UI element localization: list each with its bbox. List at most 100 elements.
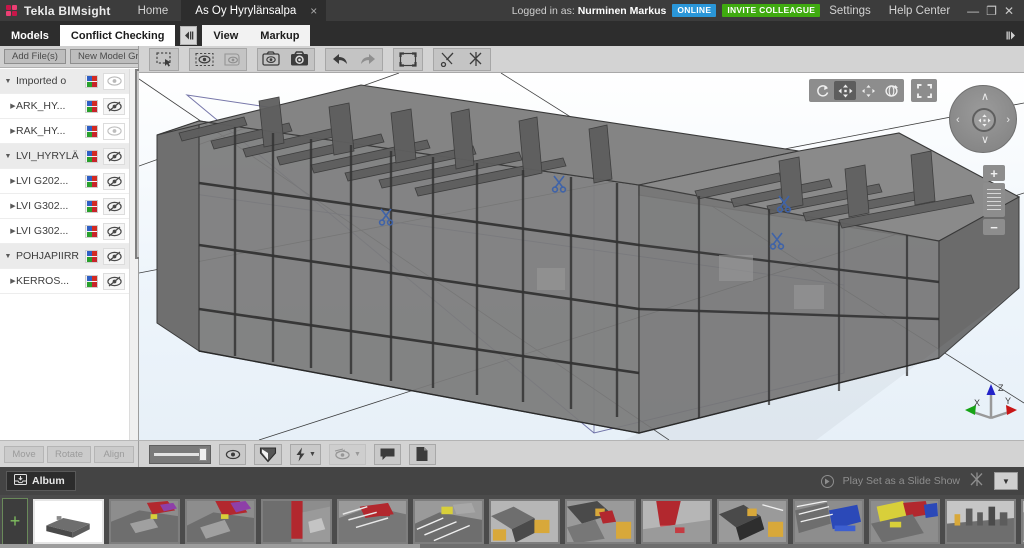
- maximize-icon[interactable]: ❐: [986, 5, 997, 17]
- color-swatch-icon[interactable]: [85, 99, 98, 113]
- expand-collapse-icon[interactable]: ▶: [0, 227, 16, 235]
- color-swatch-icon[interactable]: [85, 199, 98, 213]
- tree-row[interactable]: ▼ LVI_HYRYLÄ: [0, 144, 129, 169]
- clip-box-icon[interactable]: [254, 443, 282, 465]
- color-swatch-icon[interactable]: [85, 249, 98, 263]
- slide-thumbnail[interactable]: [337, 499, 408, 544]
- zoom-out-button[interactable]: −: [983, 219, 1005, 235]
- slide-filmstrip[interactable]: +: [0, 495, 1024, 548]
- album-dropdown-button[interactable]: ▼: [994, 472, 1018, 490]
- play-icon[interactable]: [820, 474, 834, 488]
- invite-colleague-button[interactable]: INVITE COLLEAGUE: [722, 4, 821, 17]
- nav-left-arrow[interactable]: ‹: [956, 115, 960, 126]
- add-slide-button[interactable]: +: [2, 498, 28, 545]
- collapse-left-icon[interactable]: [180, 26, 198, 45]
- nav-right-arrow[interactable]: ›: [1006, 115, 1010, 126]
- expand-collapse-icon[interactable]: ▶: [0, 277, 16, 285]
- transparency-slider[interactable]: [149, 444, 211, 464]
- color-swatch-icon[interactable]: [85, 274, 98, 288]
- slide-thumbnail[interactable]: [489, 499, 560, 544]
- tree-row[interactable]: ▼ Imported o: [0, 69, 129, 94]
- visibility-eye-icon[interactable]: [103, 172, 125, 190]
- slide-thumbnail[interactable]: [413, 499, 484, 544]
- show-only-selected-icon[interactable]: [191, 49, 217, 69]
- slide-thumbnail[interactable]: [185, 499, 256, 544]
- show-all-icon[interactable]: [259, 49, 285, 69]
- document-icon[interactable]: [408, 443, 436, 465]
- expand-collapse-icon[interactable]: ▶: [0, 102, 16, 110]
- chevron-down-icon[interactable]: ▼: [309, 451, 316, 458]
- zoom-in-button[interactable]: +: [983, 165, 1005, 181]
- color-swatch-icon[interactable]: [85, 124, 98, 138]
- slideshow-label[interactable]: Play Set as a Slide Show: [843, 475, 960, 487]
- tree-row[interactable]: ▶ LVI G302...: [0, 194, 129, 219]
- chevron-down-icon[interactable]: ▼: [354, 451, 361, 458]
- navigation-wheel[interactable]: ∧ ∨ ‹ ›: [949, 85, 1017, 153]
- new-model-group-button[interactable]: New Model Gr: [69, 49, 138, 64]
- collapse-right-icon[interactable]: [1003, 26, 1020, 45]
- 3d-viewport[interactable]: ∧ ∨ ‹ › + − Z X Y: [139, 73, 1024, 440]
- rotate-button[interactable]: Rotate: [47, 445, 91, 463]
- nav-up-arrow[interactable]: ∧: [981, 92, 989, 103]
- document-tab[interactable]: As Oy Hyrylänsalpa ×: [181, 0, 327, 21]
- color-swatch-icon[interactable]: [85, 74, 98, 88]
- album-tools-icon[interactable]: [969, 472, 985, 490]
- tree-row[interactable]: ▶ KERROS...: [0, 269, 129, 294]
- filmstrip-scroll-thumb[interactable]: [0, 544, 420, 548]
- orbit-icon[interactable]: [811, 81, 833, 100]
- tree-row[interactable]: ▶ LVI G302...: [0, 219, 129, 244]
- tree-row[interactable]: ▶ LVI G202...: [0, 169, 129, 194]
- visibility-eye-icon[interactable]: [103, 222, 125, 240]
- add-files-button[interactable]: Add File(s): [4, 49, 66, 64]
- tree-row[interactable]: ▶ RAK_HY...: [0, 119, 129, 144]
- select-area-icon[interactable]: [151, 49, 177, 69]
- expand-collapse-icon[interactable]: ▶: [0, 202, 16, 210]
- nav-home[interactable]: Home: [125, 0, 182, 21]
- visibility-icon[interactable]: [219, 443, 246, 465]
- redo-icon[interactable]: [355, 49, 381, 69]
- tab-conflict-checking[interactable]: Conflict Checking: [59, 25, 176, 46]
- clip-marker-scissors-icon[interactable]: [551, 175, 567, 193]
- slide-thumbnail[interactable]: [945, 499, 1016, 544]
- clip-settings-icon[interactable]: [463, 49, 489, 69]
- move-icon[interactable]: [857, 81, 879, 100]
- slider-knob[interactable]: [199, 447, 207, 461]
- comment-icon[interactable]: [373, 443, 401, 465]
- filmstrip-scrollbar[interactable]: [0, 544, 1024, 548]
- model-tree-scrollbar[interactable]: [129, 69, 143, 440]
- visibility-eye-icon[interactable]: [103, 147, 125, 165]
- slide-thumbnail[interactable]: [793, 499, 864, 544]
- color-swatch-icon[interactable]: [85, 174, 98, 188]
- fit-screen-icon[interactable]: [911, 79, 937, 102]
- slide-thumbnail[interactable]: [109, 499, 180, 544]
- album-button[interactable]: Album: [6, 471, 76, 491]
- align-button[interactable]: Align: [94, 445, 134, 463]
- tree-row[interactable]: ▼ POHJAPIIRR: [0, 244, 129, 269]
- settings-link[interactable]: Settings: [820, 5, 880, 17]
- clip-marker-scissors-icon[interactable]: [776, 195, 792, 213]
- nav-center-pan-icon[interactable]: [972, 108, 996, 132]
- help-center-link[interactable]: Help Center: [880, 5, 959, 17]
- nav-down-arrow[interactable]: ∨: [981, 135, 989, 146]
- expand-collapse-icon[interactable]: ▼: [0, 153, 16, 160]
- expand-collapse-icon[interactable]: ▼: [0, 253, 16, 260]
- lightning-render-icon[interactable]: ▼: [290, 443, 321, 465]
- slide-thumbnail[interactable]: [565, 499, 636, 544]
- minimize-icon[interactable]: —: [967, 5, 979, 17]
- ghost-view-icon[interactable]: ▼: [328, 443, 366, 465]
- slide-thumbnail[interactable]: [641, 499, 712, 544]
- visibility-eye-icon[interactable]: [103, 197, 125, 215]
- close-tab-icon[interactable]: ×: [310, 4, 317, 18]
- clip-plane-icon[interactable]: [435, 49, 461, 69]
- undo-icon[interactable]: [327, 49, 353, 69]
- visibility-eye-icon[interactable]: [103, 272, 125, 290]
- hide-selected-icon[interactable]: [219, 49, 245, 69]
- slide-thumbnail[interactable]: [33, 499, 104, 544]
- tab-view[interactable]: View: [202, 25, 250, 46]
- move-button[interactable]: Move: [4, 445, 44, 463]
- color-swatch-icon[interactable]: [85, 149, 98, 163]
- visibility-eye-icon[interactable]: [103, 247, 125, 265]
- visibility-eye-icon[interactable]: [103, 97, 125, 115]
- clip-marker-scissors-icon[interactable]: [378, 208, 394, 226]
- tree-row[interactable]: ▶ ARK_HY...: [0, 94, 129, 119]
